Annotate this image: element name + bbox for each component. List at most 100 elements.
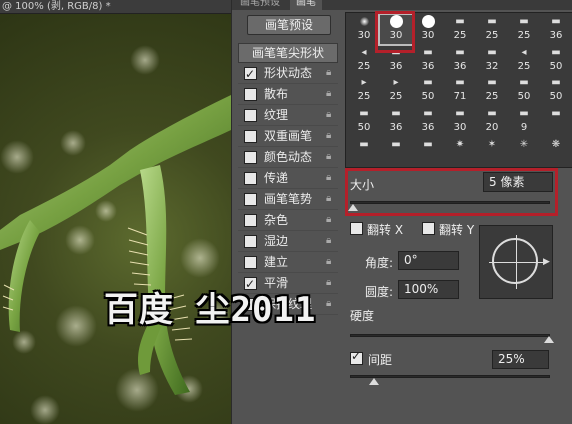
brush-options-list: 画笔笔尖形状 形状动态 🔒︎ 散布 🔒︎ 纹理 🔒︎ 双重画笔 🔒︎ 颜色动态 🔒︎ 传递…	[238, 43, 338, 315]
hardness-slider-handle[interactable]	[544, 336, 554, 343]
spacing-input[interactable]: 25%	[492, 350, 549, 369]
brush-tip[interactable]: ▬ 9	[508, 107, 540, 136]
brush-tip[interactable]: ▬ 50	[412, 76, 444, 105]
option-texture[interactable]: 纹理 🔒︎	[238, 105, 338, 126]
lock-icon[interactable]: 🔒︎	[326, 193, 336, 205]
lock-icon[interactable]: 🔒︎	[326, 88, 336, 100]
lock-icon[interactable]: 🔒︎	[326, 214, 336, 226]
stroke-brush-icon: ▬	[487, 77, 497, 88]
checkbox[interactable]	[244, 172, 257, 185]
brush-tip[interactable]: 30	[412, 15, 444, 44]
brush-tip[interactable]: ▬ 36	[444, 46, 476, 75]
checkbox[interactable]	[244, 88, 257, 101]
brush-tip[interactable]: ▬ 50	[540, 46, 572, 75]
brush-tip[interactable]: ▬ 50	[540, 76, 572, 105]
lock-icon[interactable]: 🔒︎	[326, 298, 336, 310]
lock-icon[interactable]: 🔒︎	[326, 130, 336, 142]
checkbox[interactable]	[244, 130, 257, 143]
stroke-brush-icon: ▬	[423, 47, 433, 58]
brush-tip[interactable]: ▬	[380, 138, 412, 167]
option-dual-brush[interactable]: 双重画笔 🔒︎	[238, 126, 338, 147]
size-slider-handle[interactable]	[348, 204, 358, 211]
size-input[interactable]: 5 像素	[483, 172, 553, 192]
flip-y-checkbox[interactable]	[422, 222, 435, 235]
lock-icon[interactable]: 🔒︎	[326, 256, 336, 268]
brush-tip[interactable]: ▸ 25	[348, 76, 380, 105]
spacing-slider[interactable]	[350, 375, 550, 378]
angle-input[interactable]: 0°	[398, 251, 459, 270]
brush-tip[interactable]: ▬ 32	[476, 46, 508, 75]
brush-tip[interactable]: ✳	[508, 138, 540, 167]
brush-size: 25	[485, 91, 499, 102]
option-wet-edges[interactable]: 湿边 🔒︎	[238, 231, 338, 252]
brush-tip[interactable]: ▬ 50	[508, 76, 540, 105]
brush-size: 50	[549, 91, 563, 102]
option-scattering[interactable]: 散布 🔒︎	[238, 84, 338, 105]
option-label: 颜色动态	[264, 150, 313, 164]
brush-tip[interactable]: ▬ 25	[476, 15, 508, 44]
option-build-up[interactable]: 建立 🔒︎	[238, 252, 338, 273]
brush-tip[interactable]: ❋	[540, 138, 572, 167]
option-label: 纹理	[264, 108, 289, 122]
brush-size: 20	[485, 122, 499, 133]
option-label: 建立	[264, 255, 289, 269]
tab-brush-presets[interactable]: 画笔预设	[234, 0, 286, 10]
brush-tip[interactable]: ▸ 25	[380, 76, 412, 105]
option-shape-dynamics[interactable]: 形状动态 🔒︎	[238, 63, 338, 85]
tab-brush[interactable]: 画笔	[290, 0, 322, 10]
brush-size: 71	[453, 91, 467, 102]
brush-tip[interactable]: ▬	[348, 138, 380, 167]
lock-icon[interactable]: 🔒︎	[326, 67, 336, 79]
document-canvas[interactable]: @ 100% (剥, RGB/8) *	[0, 0, 231, 424]
brush-tip[interactable]: ▬ 36	[412, 46, 444, 75]
brush-tip[interactable]: ▬ 71	[444, 76, 476, 105]
brush-tip[interactable]: ▬ 36	[380, 107, 412, 136]
brush-tip[interactable]: ✶	[476, 138, 508, 167]
hardness-slider[interactable]	[350, 334, 550, 337]
brush-tip[interactable]: ▬ 25	[476, 76, 508, 105]
brush-tip-shape-item[interactable]: 画笔笔尖形状	[238, 43, 338, 63]
brush-presets-button[interactable]: 画笔预设	[247, 15, 331, 35]
stroke-brush-icon: ▬	[455, 47, 465, 58]
stroke-brush-icon: ▬	[551, 108, 561, 119]
brush-tip[interactable]: ▬ 50	[348, 107, 380, 136]
brush-tip[interactable]: ▬ 20	[476, 107, 508, 136]
checkbox[interactable]	[244, 235, 257, 248]
checkbox[interactable]	[244, 256, 257, 269]
lock-icon[interactable]: 🔒︎	[326, 172, 336, 184]
brush-tip[interactable]: ▬	[540, 107, 572, 136]
checkbox[interactable]	[244, 214, 257, 227]
spacing-slider-handle[interactable]	[369, 378, 379, 385]
brush-tip[interactable]: ◂ 25	[508, 46, 540, 75]
stroke-brush-icon: ▬	[359, 139, 369, 150]
brush-angle-widget[interactable]: ▶	[479, 225, 553, 299]
size-slider[interactable]	[350, 201, 550, 204]
brush-size: 25	[453, 30, 467, 41]
brush-size	[540, 121, 572, 134]
option-label: 散布	[264, 87, 289, 101]
stroke-brush-icon: ▬	[391, 108, 401, 119]
checkbox[interactable]	[244, 64, 257, 85]
lock-icon[interactable]: 🔒︎	[326, 277, 336, 289]
checkbox[interactable]	[244, 109, 257, 122]
option-brush-pose[interactable]: 画笔笔势 🔒︎	[238, 189, 338, 210]
roundness-input[interactable]: 100%	[398, 280, 459, 299]
lock-icon[interactable]: 🔒︎	[326, 235, 336, 247]
option-color-dynamics[interactable]: 颜色动态 🔒︎	[238, 147, 338, 168]
option-noise[interactable]: 杂色 🔒︎	[238, 210, 338, 231]
checkbox[interactable]	[244, 193, 257, 206]
roundness-ring	[492, 238, 538, 284]
brush-tip[interactable]: ▬ 36	[412, 107, 444, 136]
brush-tip[interactable]: ✷	[444, 138, 476, 167]
brush-tip[interactable]: ▬ 25	[508, 15, 540, 44]
brush-tip[interactable]: ▬	[412, 138, 444, 167]
brush-tip[interactable]: ▬ 25	[444, 15, 476, 44]
lock-icon[interactable]: 🔒︎	[326, 109, 336, 121]
brush-tip[interactable]: ▬ 36	[540, 15, 572, 44]
checkbox[interactable]	[244, 151, 257, 164]
lock-icon[interactable]: 🔒︎	[326, 151, 336, 163]
flip-x-checkbox[interactable]	[350, 222, 363, 235]
spacing-checkbox[interactable]	[350, 349, 363, 365]
brush-tip[interactable]: ▬ 30	[444, 107, 476, 136]
option-transfer[interactable]: 传递 🔒︎	[238, 168, 338, 189]
